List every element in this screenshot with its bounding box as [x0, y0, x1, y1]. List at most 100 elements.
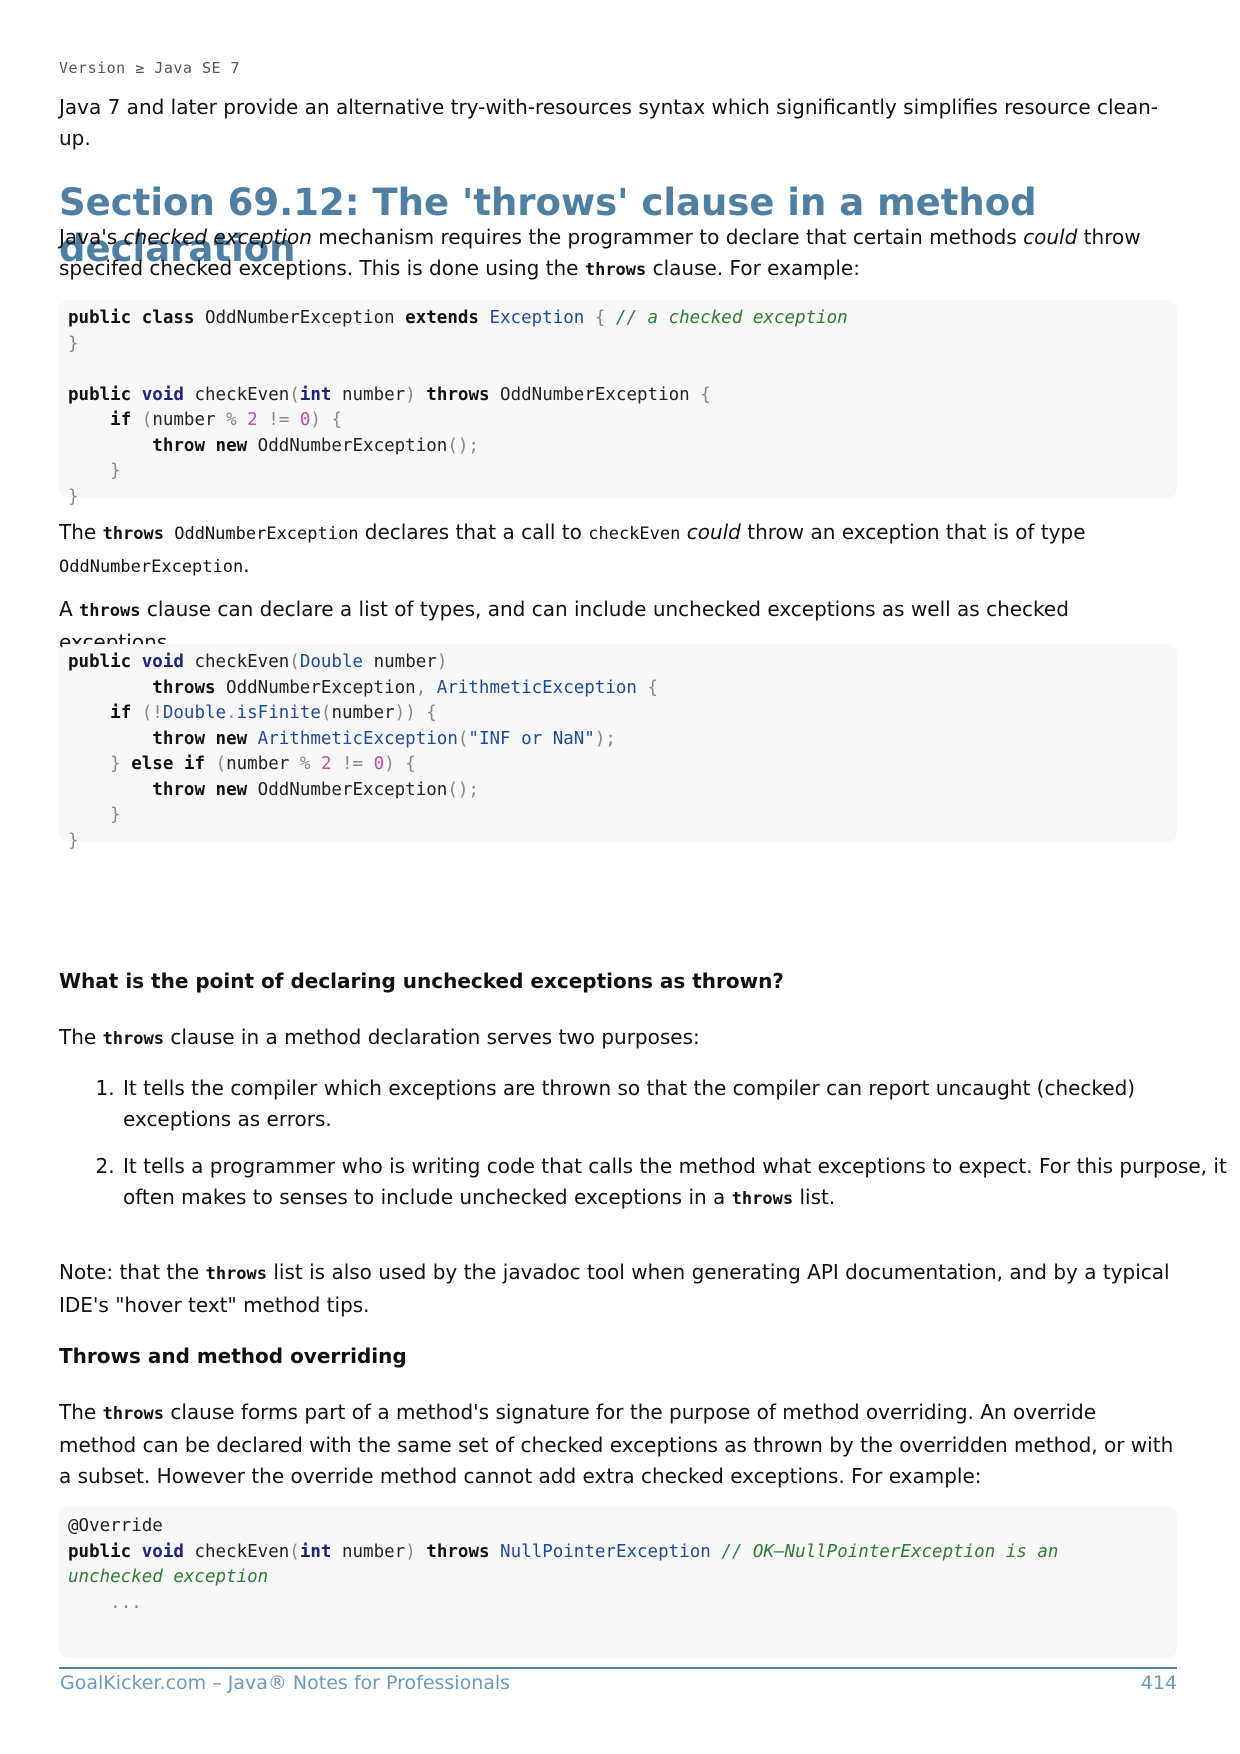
- punctuation: {: [636, 677, 659, 698]
- identifier: number: [331, 384, 406, 405]
- keyword: public: [68, 652, 132, 672]
- code-line: } else if (number % 2 != 0) {: [68, 752, 1168, 778]
- heading-method-overriding: Throws and method overriding: [59, 1344, 407, 1368]
- code-line: }: [68, 459, 1168, 485]
- type-keyword: int: [299, 384, 332, 405]
- emphasis: could: [686, 520, 741, 544]
- page-number: 414: [1140, 1672, 1177, 1694]
- code-comment: unchecked exception: [68, 1567, 269, 1587]
- purposes-list: It tells the compiler which exceptions a…: [59, 1073, 1239, 1231]
- class-name: ArithmeticException: [247, 728, 458, 749]
- text: The: [59, 1025, 103, 1049]
- keyword: new: [215, 728, 248, 749]
- method-name: isFinite: [236, 703, 321, 723]
- code-line: throws OddNumberException, ArithmeticExc…: [68, 676, 1168, 702]
- punctuation: ();: [447, 435, 479, 456]
- class-name: Double: [162, 703, 227, 723]
- identifier: OddNumberException: [489, 384, 701, 405]
- code-line: if (number % 2 != 0) {: [68, 408, 1168, 434]
- identifier: number: [363, 652, 437, 672]
- keyword: extends: [405, 308, 479, 328]
- text: The: [59, 1400, 103, 1424]
- code-block-override: @Override public void checkEven(int numb…: [59, 1506, 1177, 1658]
- operator: %: [299, 754, 311, 774]
- keyword: throws: [426, 1541, 490, 1562]
- identifier: OddNumberException: [194, 308, 406, 328]
- inline-code: throws: [731, 1189, 794, 1209]
- type-keyword: void: [141, 652, 184, 672]
- keyword: class: [141, 308, 195, 328]
- keyword: else: [131, 754, 174, 774]
- punctuation: }: [68, 333, 79, 354]
- text: throw an exception that is of type: [740, 520, 1086, 544]
- punctuation: (: [457, 728, 469, 749]
- punctuation: ();: [447, 779, 479, 800]
- keyword: throw: [152, 728, 205, 749]
- text: list.: [793, 1185, 836, 1209]
- text: declares that a call to: [358, 520, 589, 544]
- keyword: public: [68, 384, 132, 405]
- text: A: [59, 597, 80, 621]
- punctuation: (: [131, 410, 153, 430]
- identifier: number: [331, 1541, 406, 1562]
- type-keyword: void: [141, 1541, 184, 1562]
- code-line: @Override: [68, 1514, 1168, 1540]
- punctuation: (: [205, 754, 227, 774]
- paragraph-javadoc-note: Note: that the throws list is also used …: [59, 1257, 1177, 1321]
- operator: !=: [257, 410, 300, 430]
- code-line: }: [68, 803, 1168, 829]
- inline-code: throws: [102, 1029, 164, 1049]
- emphasis: checked exception: [123, 225, 312, 249]
- punctuation: ): [405, 1541, 416, 1562]
- footer-divider: [59, 1667, 1177, 1669]
- punctuation: ) {: [310, 410, 343, 430]
- punctuation: }: [110, 805, 121, 825]
- code-line: }: [68, 485, 1168, 511]
- type-keyword: void: [141, 384, 184, 405]
- emphasis: could: [1023, 225, 1078, 249]
- keyword: public: [68, 1541, 132, 1562]
- punctuation: .: [226, 703, 237, 723]
- keyword: throw: [152, 435, 205, 456]
- punctuation: ) {: [384, 754, 416, 774]
- keyword: if: [110, 703, 132, 723]
- code-line: if (!Double.isFinite(number)) {: [68, 701, 1168, 727]
- code-line: public class OddNumberException extends …: [68, 306, 1168, 332]
- text: It tells a programmer who is writing cod…: [123, 1154, 1227, 1209]
- class-name: NullPointerException: [489, 1541, 711, 1562]
- inline-code: throws: [205, 1264, 268, 1284]
- punctuation: (: [289, 1541, 300, 1562]
- version-tag: Version ≥ Java SE 7: [59, 59, 241, 77]
- punctuation: ,: [415, 677, 427, 698]
- inline-code: OddNumberException: [59, 557, 244, 577]
- keyword: throw: [152, 779, 205, 800]
- punctuation: );: [594, 728, 616, 749]
- text: Note: that the: [59, 1260, 206, 1284]
- class-name: Exception: [489, 308, 585, 328]
- text: clause. For example:: [646, 256, 860, 280]
- keyword: if: [183, 754, 206, 774]
- keyword: public: [68, 308, 132, 328]
- type-keyword: int: [299, 1541, 332, 1562]
- inline-code: throws: [102, 524, 164, 544]
- keyword: if: [110, 410, 132, 430]
- punctuation: )) {: [394, 703, 437, 723]
- code-line: throw new OddNumberException();: [68, 434, 1168, 460]
- footer-source: GoalKicker.com – Java® Notes for Profess…: [60, 1672, 511, 1694]
- paragraph-throws-declares: The throws OddNumberException declares t…: [59, 517, 1177, 583]
- keyword: new: [215, 779, 248, 800]
- text: .: [243, 553, 250, 577]
- operator: %: [226, 410, 237, 430]
- code-block-check-even-double: public void checkEven(Double number) thr…: [59, 644, 1177, 851]
- inline-code: throws: [102, 1404, 164, 1424]
- inline-code: throws: [584, 260, 647, 280]
- paragraph-overriding: The throws clause forms part of a method…: [59, 1397, 1177, 1492]
- punctuation: (!: [131, 703, 163, 723]
- identifier: checkEven: [183, 384, 290, 405]
- punctuation: {: [584, 308, 616, 328]
- identifier: number: [226, 754, 300, 774]
- text: The: [59, 520, 103, 544]
- text: clause forms part of a method's signatur…: [59, 1400, 1174, 1488]
- code-line: unchecked exception: [68, 1565, 1168, 1591]
